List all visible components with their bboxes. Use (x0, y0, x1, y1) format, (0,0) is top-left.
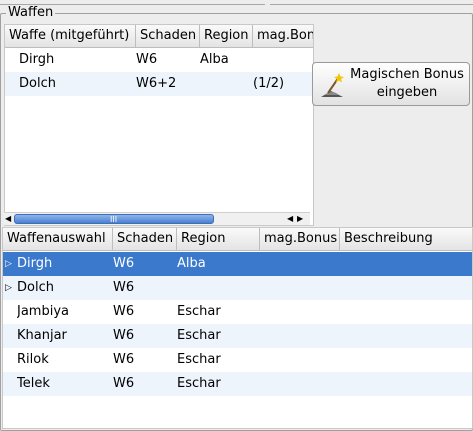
cell-damage: W6 (113, 304, 135, 319)
cell-weapon: Jambiya (17, 304, 69, 319)
col-header-damage[interactable]: Schaden (113, 228, 177, 250)
cell-weapon: Rilok (17, 352, 49, 367)
table-row[interactable]: Khanjar W6 Eschar (3, 324, 472, 348)
cell-weapon: Dirgh (19, 52, 55, 67)
scroll-right-icon[interactable]: ▶ (297, 213, 303, 225)
col-header-weapon-selection[interactable]: Waffenauswahl (3, 228, 113, 250)
cell-region: Eschar (177, 328, 221, 343)
table-row[interactable]: ▷ Dirgh W6 Alba (3, 252, 472, 276)
col-header-mag-bonus[interactable]: mag.Bonus (260, 228, 340, 250)
col-header-weapon[interactable]: Waffe (mitgeführt) (5, 25, 136, 47)
table-row[interactable]: Telek W6 Eschar (3, 372, 472, 396)
expander-icon[interactable]: ▷ (5, 252, 12, 276)
cell-mag-bonus: (1/2) (253, 76, 285, 91)
col-header-region[interactable]: Region (177, 228, 260, 250)
scrollbar-thumb[interactable]: III (14, 214, 214, 224)
table-row[interactable]: Dirgh W6 Alba (5, 48, 313, 72)
table-header: Waffe (mitgeführt) Schaden Region mag.Bo… (5, 25, 313, 48)
cell-damage: W6 (113, 352, 135, 367)
table-header: Waffenauswahl Schaden Region mag.Bonus B… (3, 228, 472, 251)
col-header-damage[interactable]: Schaden (136, 25, 200, 47)
cell-weapon: Dolch (19, 76, 56, 91)
col-header-description[interactable]: Beschreibung (340, 228, 472, 250)
cell-weapon: Dirgh (17, 256, 53, 271)
cell-damage: W6 (113, 376, 135, 391)
cell-weapon: Telek (17, 376, 50, 391)
cell-damage: W6 (113, 280, 135, 295)
top-tab-strip (0, 0, 473, 12)
carried-weapons-table[interactable]: Waffe (mitgeführt) Schaden Region mag.Bo… (4, 24, 314, 226)
cell-region: Alba (177, 256, 206, 271)
cell-region: Eschar (177, 376, 221, 391)
cell-damage: W6+2 (136, 76, 177, 91)
col-header-mag-bonus[interactable]: mag.Bonus (253, 25, 313, 47)
horizontal-scrollbar[interactable]: ◀ III ◀ ▶ (4, 212, 310, 225)
table-row[interactable]: ▷ Dolch W6 (3, 276, 472, 300)
cell-damage: W6 (113, 328, 135, 343)
scroll-left-end-icon[interactable]: ◀ (287, 213, 293, 225)
cell-damage: W6 (113, 256, 135, 271)
cell-region: Eschar (177, 304, 221, 319)
magic-bonus-label-1: Magischen Bonus (350, 67, 464, 82)
expander-icon[interactable]: ▷ (5, 276, 12, 300)
scroll-left-icon[interactable]: ◀ (5, 213, 11, 225)
cell-region: Alba (200, 52, 229, 67)
magic-bonus-label-2: eingeben (376, 85, 438, 100)
table-row[interactable]: Dolch W6+2 (1/2) (5, 72, 313, 96)
wand-icon (319, 71, 345, 99)
table-row[interactable]: Jambiya W6 Eschar (3, 300, 472, 324)
cell-weapon: Khanjar (17, 328, 67, 343)
scrollbar-grip: III (110, 215, 118, 224)
magic-bonus-button[interactable]: Magischen Bonus eingeben (312, 62, 470, 106)
frame-title: Waffen (6, 5, 56, 21)
weapon-selection-table[interactable]: Waffenauswahl Schaden Region mag.Bonus B… (2, 227, 473, 429)
col-header-region[interactable]: Region (200, 25, 253, 47)
cell-weapon: Dolch (17, 280, 54, 295)
table-row[interactable]: Rilok W6 Eschar (3, 348, 472, 372)
tab-strip-line-right (270, 0, 473, 5)
cell-region: Eschar (177, 352, 221, 367)
cell-damage: W6 (136, 52, 158, 67)
